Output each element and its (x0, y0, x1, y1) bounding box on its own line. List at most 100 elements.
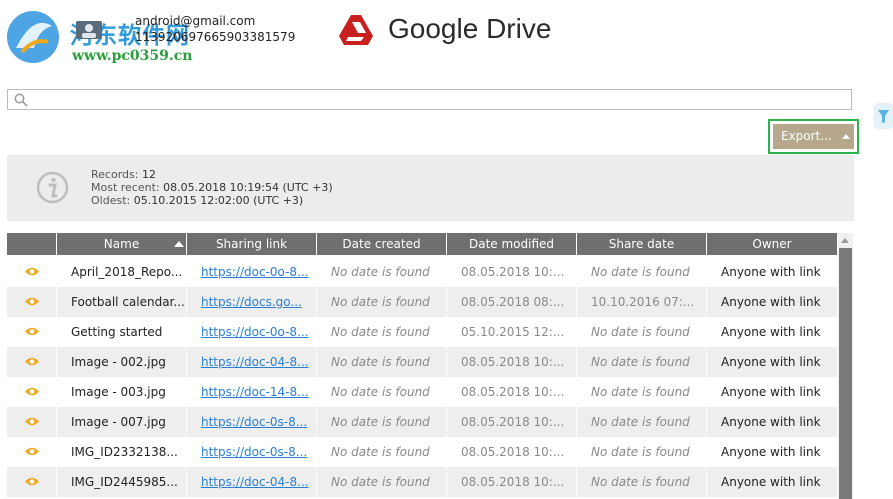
sharing-link[interactable]: https://doc-0o-8... (201, 325, 309, 339)
header-preview[interactable] (7, 233, 57, 255)
share-date-cell: 10.10.2016 07:... (577, 287, 707, 317)
oldest-label: Oldest: (91, 194, 131, 207)
date-created-cell: No date is found (317, 407, 447, 437)
eye-icon[interactable] (24, 266, 40, 277)
date-created-cell: No date is found (317, 467, 447, 497)
table-row[interactable]: IMG_ID2332138... https://doc-0s-8... No … (7, 437, 837, 467)
sharing-link[interactable]: https://doc-0o-8... (201, 265, 309, 279)
sharing-link[interactable]: https://docs.go... (201, 295, 302, 309)
name-cell: Image - 002.jpg (57, 347, 187, 377)
eye-icon[interactable] (24, 446, 40, 457)
sharing-link[interactable]: https://doc-14-8... (201, 385, 309, 399)
sharing-link[interactable]: https://doc-04-8... (201, 355, 309, 369)
most-recent-line: Most recent: 08.05.2018 10:19:54 (UTC +3… (91, 181, 333, 194)
date-modified-cell: 08.05.2018 08:... (447, 287, 577, 317)
date-created-cell: No date is found (317, 437, 447, 467)
name-cell: Image - 003.jpg (57, 377, 187, 407)
watermark-logo-icon (7, 11, 59, 63)
preview-cell[interactable] (7, 407, 57, 437)
filter-icon[interactable] (874, 103, 893, 129)
google-drive-logo-icon (339, 15, 373, 45)
eye-icon[interactable] (24, 386, 40, 397)
share-date-cell: No date is found (577, 407, 707, 437)
table-row[interactable]: Image - 003.jpg https://doc-14-8... No d… (7, 377, 837, 407)
date-modified-cell: 05.10.2015 12:... (447, 317, 577, 347)
sort-ascending-icon (174, 241, 184, 247)
share-date-cell: No date is found (577, 257, 707, 287)
owner-cell: Anyone with link (721, 295, 821, 309)
preview-cell[interactable] (7, 467, 57, 497)
table-row[interactable]: Getting started https://doc-0o-8... No d… (7, 317, 837, 347)
name-cell: Football calendar... (57, 287, 187, 317)
date-modified-cell: 08.05.2018 10:... (447, 407, 577, 437)
preview-cell[interactable] (7, 287, 57, 317)
sharing-link[interactable]: https://doc-0s-8... (201, 415, 307, 429)
app-title: Google Drive (388, 13, 552, 44)
info-icon (36, 171, 69, 204)
sharing-link[interactable]: https://doc-04-8... (201, 475, 309, 489)
search-input[interactable] (34, 91, 848, 110)
date-created-cell: No date is found (317, 377, 447, 407)
account-email: android@gmail.com (135, 14, 256, 28)
oldest-value: 05.10.2015 12:02:00 (UTC +3) (133, 194, 304, 207)
owner-cell: Anyone with link (721, 415, 821, 429)
eye-icon[interactable] (24, 296, 40, 307)
name-cell: Getting started (57, 317, 187, 347)
results-table: Name Sharing link Date created Date modi… (7, 233, 837, 499)
table-row[interactable]: Football calendar... https://docs.go... … (7, 287, 837, 317)
name-cell: IMG_ID2332138... (57, 437, 187, 467)
search-icon (14, 93, 28, 107)
owner-cell: Anyone with link (721, 265, 821, 279)
eye-icon[interactable] (24, 476, 40, 487)
table-row[interactable]: IMG_ID2445985... https://doc-04-8... No … (7, 467, 837, 497)
eye-icon[interactable] (24, 326, 40, 337)
eye-icon[interactable] (24, 416, 40, 427)
table-row[interactable]: Image - 007.jpg https://doc-0s-8... No d… (7, 407, 837, 437)
search-bar[interactable] (7, 89, 852, 110)
name-cell: April_2018_Repo... (57, 257, 187, 287)
scroll-up-arrow-icon[interactable] (841, 238, 849, 243)
export-button[interactable]: Export... (773, 124, 854, 149)
owner-cell: Anyone with link (721, 475, 821, 489)
share-date-cell: No date is found (577, 347, 707, 377)
sharing-link-cell: https://doc-0s-8... (187, 407, 317, 437)
share-date-cell: No date is found (577, 467, 707, 497)
header-sharing-link[interactable]: Sharing link (187, 233, 317, 255)
owner-cell: Anyone with link (721, 445, 821, 459)
preview-cell[interactable] (7, 377, 57, 407)
most-recent-label: Most recent: (91, 181, 160, 194)
eye-icon[interactable] (24, 356, 40, 367)
date-modified-cell: 08.05.2018 10:... (447, 377, 577, 407)
owner-cell: Anyone with link (721, 355, 821, 369)
header-share-date[interactable]: Share date (577, 233, 707, 255)
header-name-label: Name (103, 237, 140, 251)
preview-cell[interactable] (7, 437, 57, 467)
preview-cell[interactable] (7, 317, 57, 347)
share-date-cell: No date is found (577, 437, 707, 467)
date-created-cell: No date is found (317, 287, 447, 317)
table-row[interactable]: Image - 002.jpg https://doc-04-8... No d… (7, 347, 837, 377)
header-date-created[interactable]: Date created (317, 233, 447, 255)
header-date-modified[interactable]: Date modified (447, 233, 577, 255)
date-created-cell: No date is found (317, 257, 447, 287)
scrollbar-thumb[interactable] (839, 248, 852, 499)
records-label: Records: (91, 168, 139, 181)
share-date-cell: No date is found (577, 377, 707, 407)
account-id: 113920697665903381579 (135, 30, 296, 44)
header-name[interactable]: Name (57, 233, 187, 255)
account-icon (76, 21, 102, 39)
sharing-link[interactable]: https://doc-0s-8... (201, 445, 307, 459)
header-owner[interactable]: Owner (707, 233, 837, 255)
preview-cell[interactable] (7, 347, 57, 377)
records-line: Records: 12 (91, 168, 156, 181)
sharing-link-cell: https://doc-04-8... (187, 467, 317, 497)
preview-cell[interactable] (7, 257, 57, 287)
table-row[interactable]: April_2018_Repo... https://doc-0o-8... N… (7, 257, 837, 287)
sharing-link-cell: https://doc-0s-8... (187, 437, 317, 467)
most-recent-value: 08.05.2018 10:19:54 (UTC +3) (163, 181, 333, 194)
owner-cell: Anyone with link (721, 385, 821, 399)
name-cell: Image - 007.jpg (57, 407, 187, 437)
sharing-link-cell: https://doc-14-8... (187, 377, 317, 407)
date-modified-cell: 08.05.2018 10:... (447, 347, 577, 377)
table-scrollbar[interactable] (838, 233, 853, 499)
